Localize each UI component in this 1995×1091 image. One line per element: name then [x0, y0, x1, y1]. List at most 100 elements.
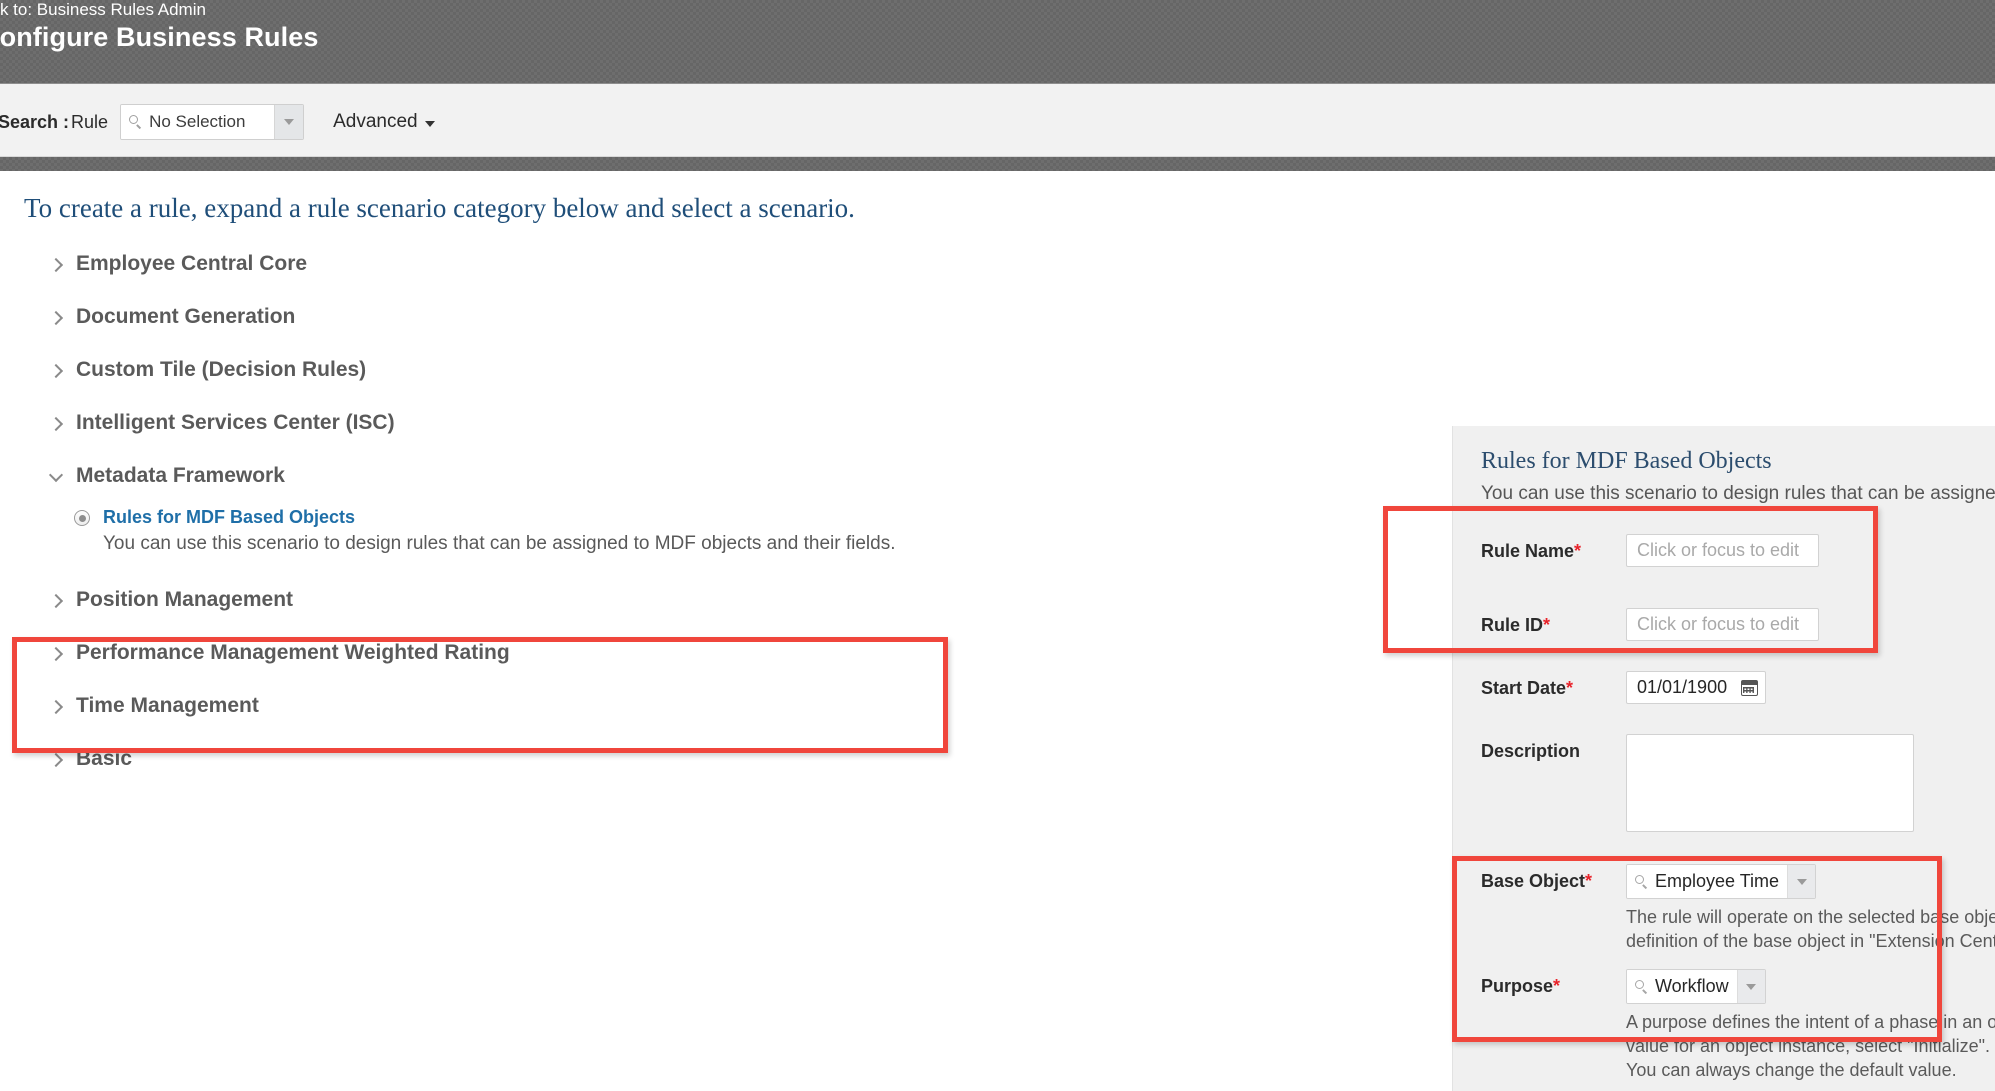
search-label: Search: [0, 111, 59, 132]
tree-node-label: Position Management: [76, 588, 294, 611]
chevron-right-icon: [48, 590, 66, 612]
rule-name-placeholder: Click or focus to edit: [1637, 540, 1800, 560]
tree-node-label: Time Management: [76, 694, 259, 717]
purpose-field[interactable]: Workflow: [1627, 970, 1737, 1003]
tree-node-custom-tile[interactable]: Custom Tile (Decision Rules): [48, 355, 1148, 408]
search-toolbar: Search : Rule No Selection Advanced: [0, 84, 1995, 157]
tree-node-label: Custom Tile (Decision Rules): [76, 358, 367, 381]
tree-node-performance-management-weighted-rating[interactable]: Performance Management Weighted Rating: [48, 638, 1148, 691]
rule-id-placeholder: Click or focus to edit: [1637, 614, 1800, 634]
page-title: Configure Business Rules: [0, 22, 319, 52]
search-selected-value: No Selection: [149, 112, 246, 131]
purpose-helper-line3: You can always change the default value.: [1626, 1060, 1957, 1080]
tree-node-basic[interactable]: Basic: [48, 744, 1148, 797]
purpose-helper-line2: value for an object instance, select "In…: [1626, 1036, 1995, 1056]
chevron-right-icon: [48, 749, 66, 771]
search-select[interactable]: No Selection: [120, 104, 305, 140]
rule-id-label-text: Rule ID: [1481, 615, 1544, 635]
chevron-right-icon: [48, 696, 66, 718]
chevron-down-icon: [1746, 983, 1757, 990]
tree-node-label: Employee Central Core: [76, 252, 308, 275]
rule-name-label-text: Rule Name: [1481, 541, 1575, 561]
purpose-value: Workflow: [1655, 976, 1729, 996]
tree-node-time-management[interactable]: Time Management: [48, 691, 1148, 744]
search-object-label: Rule: [71, 111, 109, 132]
chevron-down-icon: [284, 119, 295, 125]
required-marker: *: [1574, 541, 1582, 561]
detail-panel-subtitle: You can use this scenario to design rule…: [1481, 483, 1995, 504]
base-object-dropdown-button[interactable]: [1787, 865, 1816, 898]
form-row-description: Description: [1481, 734, 1914, 832]
start-date-input[interactable]: 01/01/1900: [1626, 671, 1766, 704]
base-object-select[interactable]: Employee Time: [1626, 864, 1817, 899]
base-object-field[interactable]: Employee Time: [1627, 865, 1788, 898]
tree-node-intelligent-services-center[interactable]: Intelligent Services Center (ISC): [48, 408, 1148, 461]
tree-node-label: Performance Management Weighted Rating: [76, 641, 510, 664]
advanced-search-button[interactable]: Advanced: [333, 111, 435, 133]
chevron-down-icon: [1796, 878, 1807, 885]
scenario-rules-for-mdf-based-objects[interactable]: Rules for MDF Based Objects You can use …: [74, 505, 1148, 557]
rule-id-input[interactable]: Click or focus to edit: [1626, 608, 1819, 641]
required-marker: *: [1553, 976, 1561, 996]
search-row: Search : Rule No Selection Advanced: [0, 104, 435, 140]
app-header: ack to: Business Rules Admin Configure B…: [0, 0, 1995, 84]
tree-node-label: Document Generation: [76, 305, 296, 328]
chevron-down-icon: [424, 120, 435, 127]
start-date-label: Start Date*: [1481, 671, 1626, 699]
section-divider: [0, 157, 1995, 171]
tree-node-metadata-framework[interactable]: Metadata Framework: [48, 461, 1148, 501]
search-icon: [1635, 979, 1649, 994]
scenario-texts: Rules for MDF Based Objects You can use …: [103, 505, 895, 557]
purpose-dropdown-button[interactable]: [1736, 970, 1765, 1003]
chevron-right-icon: [48, 643, 66, 665]
intro-instruction: To create a rule, expand a rule scenario…: [24, 193, 855, 223]
chevron-right-icon: [48, 360, 66, 382]
tree-node-label: Intelligent Services Center (ISC): [76, 411, 395, 434]
description-textarea[interactable]: [1626, 734, 1914, 832]
rule-id-label: Rule ID*: [1481, 608, 1626, 636]
tree-node-document-generation[interactable]: Document Generation: [48, 302, 1148, 355]
start-date-label-text: Start Date: [1481, 678, 1567, 698]
purpose-helper-line1: A purpose defines the intent of a phase …: [1626, 1012, 1995, 1032]
chevron-right-icon: [48, 254, 66, 276]
base-object-helper-line1: The rule will operate on the selected ba…: [1626, 907, 1995, 927]
search-dropdown-button[interactable]: [274, 105, 304, 139]
scenario-radio-button[interactable]: [74, 510, 90, 526]
tree-node-label: Basic: [76, 747, 133, 770]
tree-node-employee-central-core[interactable]: Employee Central Core: [48, 249, 1148, 302]
tree-group-metadata-framework: Metadata Framework Rules for MDF Based O…: [48, 461, 1148, 557]
required-marker: *: [1566, 678, 1574, 698]
scenario-description: You can use this scenario to design rule…: [103, 533, 896, 554]
chevron-down-icon: [48, 466, 66, 488]
search-label-colon: :: [63, 111, 70, 132]
rule-scenario-tree: Employee Central Core Document Generatio…: [48, 249, 1148, 797]
chevron-right-icon: [48, 307, 66, 329]
purpose-label: Purpose*: [1481, 969, 1626, 997]
base-object-value: Employee Time: [1655, 871, 1780, 891]
scenario-title[interactable]: Rules for MDF Based Objects: [103, 507, 355, 527]
base-object-label: Base Object*: [1481, 864, 1626, 892]
scenario-detail-panel: Rules for MDF Based Objects You can use …: [1452, 426, 1995, 1091]
search-input[interactable]: No Selection: [121, 105, 275, 139]
form-row-rule-name: Rule Name* Click or focus to edit: [1481, 534, 1819, 567]
advanced-label: Advanced: [333, 111, 418, 132]
form-row-rule-id: Rule ID* Click or focus to edit: [1481, 608, 1819, 641]
base-object-label-text: Base Object: [1481, 871, 1586, 891]
form-row-base-object: Base Object* Employee Time: [1481, 864, 1817, 899]
tree-node-label: Metadata Framework: [76, 464, 285, 487]
main-content: To create a rule, expand a rule scenario…: [0, 171, 1995, 1091]
form-row-start-date: Start Date* 01/01/1900: [1481, 671, 1766, 704]
purpose-select[interactable]: Workflow: [1626, 969, 1766, 1004]
start-date-value: 01/01/1900: [1637, 677, 1728, 697]
calendar-icon[interactable]: [1741, 679, 1758, 696]
chevron-right-icon: [48, 413, 66, 435]
base-object-helper-line2: definition of the base object in "Extens…: [1626, 931, 1995, 951]
rule-name-input[interactable]: Click or focus to edit: [1626, 534, 1819, 567]
search-icon: [129, 115, 143, 129]
form-row-purpose: Purpose* Workflow: [1481, 969, 1766, 1004]
tree-node-position-management[interactable]: Position Management: [48, 585, 1148, 638]
back-link[interactable]: ack to: Business Rules Admin: [0, 0, 206, 20]
required-marker: *: [1543, 615, 1551, 635]
search-icon: [1635, 874, 1649, 889]
rule-name-label: Rule Name*: [1481, 534, 1626, 562]
